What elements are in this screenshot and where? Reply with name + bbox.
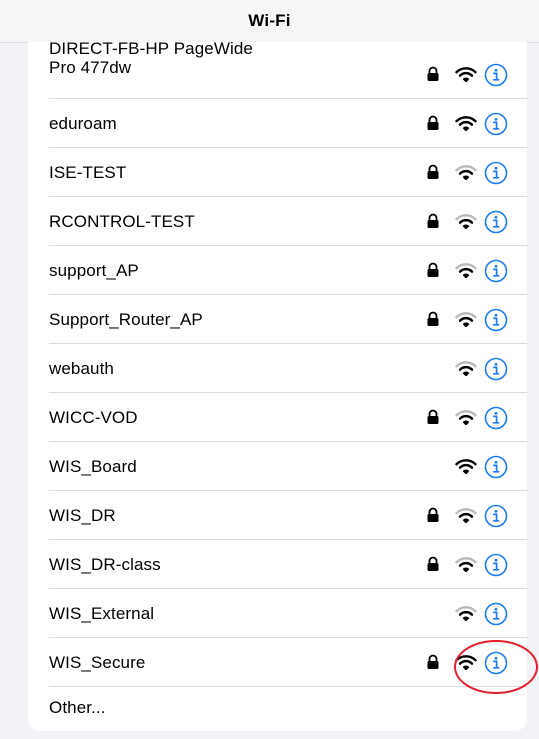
wifi-icon — [455, 654, 477, 671]
lock-icon — [426, 556, 440, 572]
network-row[interactable]: WIS_Secure — [28, 638, 527, 687]
wifi-icon — [455, 311, 477, 328]
network-row[interactable]: eduroam — [28, 99, 527, 148]
network-row[interactable]: webauth — [28, 344, 527, 393]
wifi-icon — [455, 262, 477, 279]
network-name-line: DIRECT-FB-HP PageWide — [49, 42, 253, 58]
network-row[interactable]: RCONTROL-TEST — [28, 197, 527, 246]
info-icon[interactable] — [484, 210, 508, 234]
lock-icon — [426, 262, 440, 278]
network-name: Support_Router_AP — [49, 310, 203, 329]
network-row[interactable]: Support_Router_AP — [28, 295, 527, 344]
wifi-icon — [455, 409, 477, 426]
info-icon[interactable] — [484, 455, 508, 479]
network-row[interactable]: support_AP — [28, 246, 527, 295]
wifi-icon — [455, 360, 477, 377]
info-icon[interactable] — [484, 357, 508, 381]
info-icon[interactable] — [484, 308, 508, 332]
info-icon[interactable] — [484, 602, 508, 626]
lock-icon — [426, 507, 440, 523]
page-title: Wi-Fi — [248, 11, 291, 30]
navigation-bar: Wi-Fi — [0, 0, 539, 43]
info-icon[interactable] — [484, 112, 508, 136]
info-icon[interactable] — [484, 406, 508, 430]
network-list: DIRECT-FB-HP PageWide Pro 477dw eduroam ISE… — [28, 42, 527, 731]
lock-icon — [426, 66, 440, 82]
info-icon[interactable] — [484, 504, 508, 528]
info-icon[interactable] — [484, 553, 508, 577]
network-name: WICC-VOD — [49, 408, 138, 427]
wifi-icon — [455, 164, 477, 181]
wifi-icon — [455, 507, 477, 524]
lock-icon — [426, 654, 440, 670]
network-row[interactable]: WIS_External — [28, 589, 527, 638]
network-name: RCONTROL-TEST — [49, 212, 195, 231]
network-name: WIS_DR-class — [49, 555, 161, 574]
network-name-line: Pro 477dw — [49, 58, 132, 77]
network-name: WIS_Secure — [49, 653, 146, 672]
network-row[interactable]: ISE-TEST — [28, 148, 527, 197]
lock-icon — [426, 164, 440, 180]
network-row[interactable]: WIS_DR-class — [28, 540, 527, 589]
other-network-label: Other... — [49, 698, 106, 717]
lock-icon — [426, 409, 440, 425]
network-row[interactable]: WIS_DR — [28, 491, 527, 540]
network-name: DIRECT-FB-HP PageWide Pro 477dw — [49, 42, 253, 77]
lock-icon — [426, 311, 440, 327]
network-name: WIS_Board — [49, 457, 137, 476]
wifi-icon — [455, 66, 477, 83]
network-row[interactable]: DIRECT-FB-HP PageWide Pro 477dw — [28, 42, 527, 99]
network-name: ISE-TEST — [49, 163, 127, 182]
lock-icon — [426, 213, 440, 229]
wifi-icon — [455, 458, 477, 475]
lock-icon — [426, 115, 440, 131]
network-name: WIS_External — [49, 604, 155, 623]
network-name: WIS_DR — [49, 506, 116, 525]
wifi-icon — [455, 115, 477, 132]
network-row[interactable]: WICC-VOD — [28, 393, 527, 442]
info-icon[interactable] — [484, 161, 508, 185]
info-icon[interactable] — [484, 651, 508, 675]
wifi-icon — [455, 556, 477, 573]
wifi-icon — [455, 213, 477, 230]
network-row[interactable]: WIS_Board — [28, 442, 527, 491]
network-name: support_AP — [49, 261, 139, 280]
info-icon[interactable] — [484, 63, 508, 87]
wifi-icon — [455, 605, 477, 622]
other-network-row[interactable]: Other... — [28, 687, 527, 731]
info-icon[interactable] — [484, 259, 508, 283]
network-name: eduroam — [49, 114, 117, 133]
network-name: webauth — [49, 359, 114, 378]
